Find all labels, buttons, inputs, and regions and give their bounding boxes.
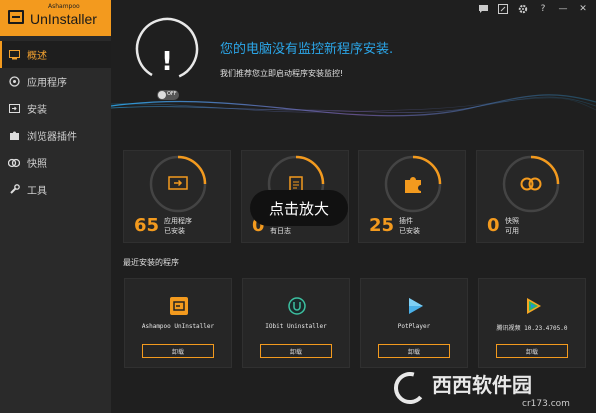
sidebar-item-label: 工具 bbox=[27, 186, 47, 197]
program-card[interactable]: IObit Uninstaller 卸载 bbox=[242, 278, 350, 368]
stat-card-snapshots[interactable]: 0 快照 可用 bbox=[476, 150, 584, 243]
watermark-url: cr173.com bbox=[522, 399, 570, 409]
apps-icon bbox=[8, 76, 20, 88]
program-name: Ashampoo UnInstaller bbox=[141, 323, 215, 330]
sidebar-item-label: 快照 bbox=[27, 159, 47, 170]
minimize-icon[interactable]: — bbox=[554, 2, 572, 16]
sidebar-item-overview[interactable]: 概述 bbox=[0, 41, 111, 68]
snapshot-icon bbox=[8, 157, 20, 169]
chat-icon[interactable] bbox=[474, 2, 492, 16]
sidebar-item-tools[interactable]: 工具 bbox=[0, 176, 111, 203]
stat-number: 25 bbox=[369, 215, 395, 236]
stat-sublabel: 已安装 bbox=[164, 227, 185, 235]
sidebar-item-snapshots[interactable]: 快照 bbox=[0, 149, 111, 176]
app-title: UnInstaller bbox=[30, 11, 97, 27]
stat-label: 应用程序 bbox=[164, 217, 192, 225]
sidebar-item-label: 概述 bbox=[27, 51, 47, 62]
tools-icon bbox=[8, 184, 20, 196]
watermark-text: 西西软件园 bbox=[432, 373, 532, 397]
sidebar-item-browser-plugins[interactable]: 浏览器插件 bbox=[0, 122, 111, 149]
stat-sublabel: 可用 bbox=[505, 227, 519, 235]
stat-number: 65 bbox=[134, 215, 160, 236]
uninstall-button[interactable]: 卸载 bbox=[496, 344, 568, 358]
stat-card-apps[interactable]: 65 应用程序 已安装 bbox=[123, 150, 231, 243]
iobit-uninstaller-icon bbox=[287, 296, 307, 316]
gear-icon[interactable] bbox=[514, 2, 532, 16]
program-card[interactable]: PotPlayer 卸载 bbox=[360, 278, 468, 368]
uninstall-button[interactable]: 卸载 bbox=[260, 344, 332, 358]
program-card[interactable]: 腾讯视频 10.23.4705.0 卸载 bbox=[478, 278, 586, 368]
sidebar: Ashampoo UnInstaller 概述 应用程序 安装 浏览器插件 快照… bbox=[0, 0, 111, 413]
help-icon[interactable]: ? bbox=[534, 2, 552, 16]
uninstall-button[interactable]: 卸载 bbox=[378, 344, 450, 358]
sidebar-nav: 概述 应用程序 安装 浏览器插件 快照 工具 bbox=[0, 41, 111, 203]
potplayer-icon bbox=[405, 296, 425, 316]
sidebar-item-label: 安装 bbox=[27, 105, 47, 116]
recent-programs-title: 最近安装的程序 bbox=[123, 258, 179, 267]
edit-icon[interactable] bbox=[494, 2, 512, 16]
sidebar-item-apps[interactable]: 应用程序 bbox=[0, 68, 111, 95]
stat-sublabel: 已安装 bbox=[399, 227, 420, 235]
alert-icon: ! bbox=[161, 47, 173, 77]
tencent-video-icon bbox=[523, 296, 543, 316]
zoom-overlay-button[interactable]: 点击放大 bbox=[250, 190, 348, 226]
titlebar-controls: ? — ✕ bbox=[474, 2, 592, 16]
site-watermark: 西西软件园 cr173.com bbox=[394, 372, 570, 409]
decorative-wave bbox=[111, 94, 596, 117]
puzzle-icon bbox=[400, 171, 426, 197]
install-icon bbox=[165, 171, 191, 197]
sidebar-item-label: 浏览器插件 bbox=[27, 132, 77, 143]
program-name: 腾讯视频 10.23.4705.0 bbox=[496, 325, 568, 332]
ashampoo-uninstaller-icon bbox=[169, 296, 189, 316]
snapshot-icon bbox=[518, 171, 544, 197]
monitor-status-title: 您的电脑没有监控新程序安装. bbox=[220, 42, 394, 57]
app-brand: Ashampoo bbox=[48, 3, 80, 10]
stat-number: 0 bbox=[487, 215, 500, 236]
puzzle-icon bbox=[8, 130, 20, 142]
program-name: PotPlayer bbox=[397, 323, 431, 330]
stat-sublabel: 有日志 bbox=[270, 227, 291, 235]
sidebar-item-label: 应用程序 bbox=[27, 78, 67, 89]
monitor-status-subtitle: 我们推荐您立即启动程序安装监控! bbox=[220, 69, 344, 78]
app-logo: Ashampoo UnInstaller bbox=[0, 0, 111, 36]
program-card[interactable]: Ashampoo UnInstaller 卸载 bbox=[124, 278, 232, 368]
close-icon[interactable]: ✕ bbox=[574, 2, 592, 16]
uninstall-button[interactable]: 卸载 bbox=[142, 344, 214, 358]
stat-label: 快照 bbox=[505, 217, 519, 225]
stat-label: 插件 bbox=[399, 217, 413, 225]
sidebar-item-install[interactable]: 安装 bbox=[0, 95, 111, 122]
stat-card-plugins[interactable]: 25 插件 已安装 bbox=[358, 150, 466, 243]
install-icon bbox=[8, 103, 20, 115]
monitor-icon bbox=[8, 49, 20, 61]
uninstaller-logo-icon bbox=[8, 10, 24, 24]
program-name: IObit Uninstaller bbox=[265, 323, 327, 330]
